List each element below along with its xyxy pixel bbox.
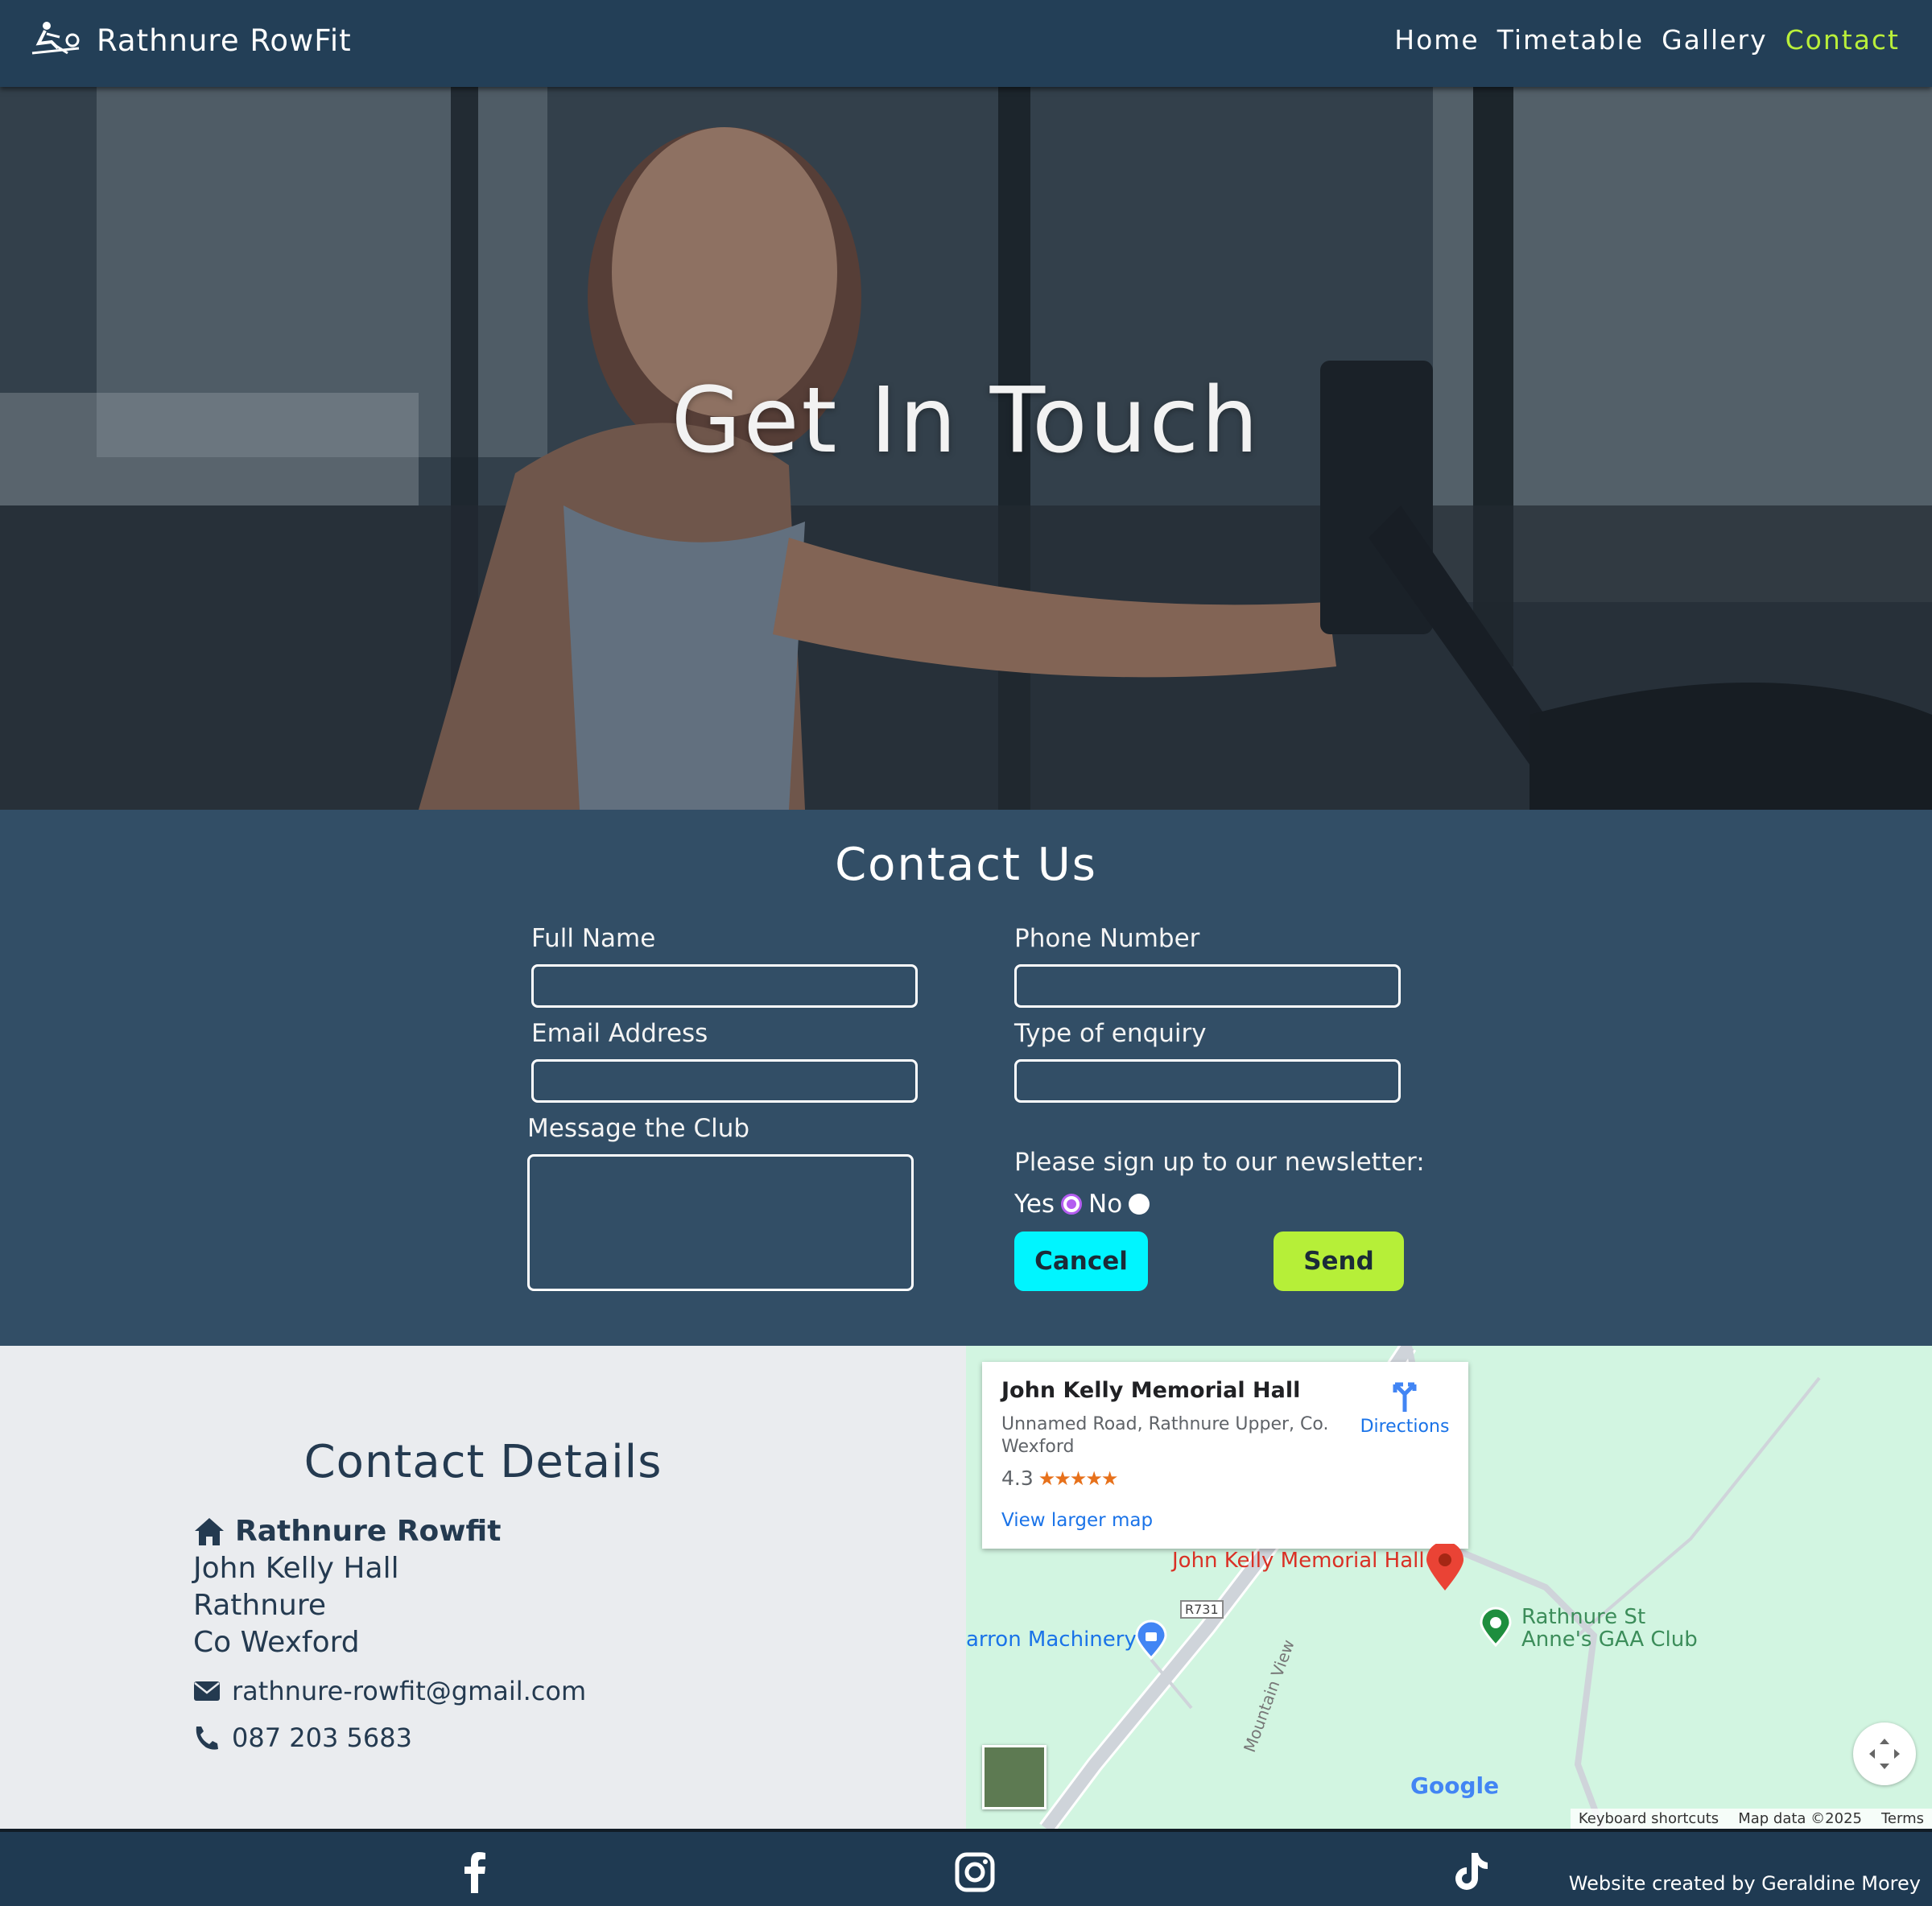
map-terms-link[interactable]: Terms (1881, 1810, 1924, 1827)
rower-logo-icon (31, 22, 80, 55)
map-place-address: Unnamed Road, Rathnure Upper, Co. Wexfor… (1001, 1414, 1329, 1457)
contact-title: Contact Us (835, 839, 1097, 891)
phone-link[interactable]: 087 203 5683 (232, 1722, 412, 1753)
instagram-icon[interactable] (952, 1850, 997, 1895)
email-link[interactable]: rathnure-rowfit@gmail.com (232, 1676, 586, 1706)
satellite-toggle[interactable] (982, 1745, 1046, 1809)
fullscreen-icon (1869, 1739, 1900, 1769)
map-footer-bar: Keyboard shortcuts Map data ©2025 Terms (1570, 1809, 1932, 1829)
google-logo: Google (1410, 1772, 1500, 1799)
newsletter-radio-group: Yes No (1014, 1190, 1150, 1219)
nav-gallery[interactable]: Gallery (1662, 24, 1768, 56)
park-pin-icon[interactable] (1478, 1607, 1513, 1647)
email-input[interactable] (531, 1059, 918, 1103)
email-label: Email Address (531, 1019, 708, 1048)
map-rating: 4.3 ★★★★★ (1001, 1467, 1119, 1490)
directions-button[interactable]: Directions (1352, 1378, 1457, 1437)
radio-no-label: No (1088, 1190, 1123, 1219)
map-pin-icon[interactable] (1425, 1544, 1465, 1592)
enquiry-input[interactable] (1014, 1059, 1401, 1103)
brand-name: Rathnure RowFit (97, 23, 352, 58)
radio-yes[interactable] (1061, 1194, 1083, 1215)
address-block: Rathnure Rowfit John Kelly Hall Rathnure… (193, 1513, 501, 1661)
address-line-2: Rathnure (193, 1589, 327, 1622)
directions-icon (1393, 1382, 1417, 1412)
newsletter-label: Please sign up to our newsletter: (1014, 1148, 1425, 1177)
facebook-icon[interactable] (452, 1850, 497, 1895)
fullscreen-button[interactable] (1853, 1722, 1916, 1785)
details-title: Contact Details (303, 1436, 663, 1488)
home-icon (195, 1518, 224, 1545)
address-line-3: Co Wexford (193, 1626, 360, 1659)
enquiry-label: Type of enquiry (1014, 1019, 1207, 1048)
google-map-embed[interactable]: John Kelly Memorial Hall Unnamed Road, R… (966, 1346, 1932, 1829)
brand[interactable]: Rathnure RowFit (31, 21, 352, 60)
keyboard-shortcuts-link[interactable]: Keyboard shortcuts (1579, 1810, 1719, 1827)
map-poi-gaa-line2: Anne's GAA Club (1521, 1628, 1698, 1652)
shopping-pin-icon[interactable] (1133, 1619, 1169, 1660)
view-larger-map-link[interactable]: View larger map (1001, 1510, 1153, 1531)
cancel-button[interactable]: Cancel (1014, 1231, 1148, 1291)
nav-contact[interactable]: Contact (1785, 24, 1900, 56)
club-name-row: Rathnure Rowfit (193, 1513, 501, 1550)
map-data-credit: Map data ©2025 (1738, 1810, 1862, 1827)
top-navbar: Rathnure RowFit Home Timetable Gallery C… (0, 0, 1932, 87)
contact-form-section: Contact Us Full Name Phone Number Email … (0, 810, 1932, 1346)
map-poi-gaa-line1: Rathnure St (1521, 1605, 1646, 1629)
envelope-icon (194, 1681, 220, 1701)
phone-row: 087 203 5683 (193, 1722, 412, 1753)
email-row: rathnure-rowfit@gmail.com (193, 1676, 586, 1706)
club-name: Rathnure Rowfit (235, 1515, 502, 1548)
tiktok-icon[interactable] (1447, 1850, 1492, 1895)
address-line-1: John Kelly Hall (193, 1552, 399, 1585)
radio-yes-label: Yes (1014, 1190, 1055, 1219)
map-pin-label: John Kelly Memorial Hall (1172, 1549, 1425, 1573)
site-footer: Website created by Geraldine Morey (0, 1829, 1932, 1906)
map-rating-stars: ★★★★★ (1038, 1467, 1119, 1490)
directions-label: Directions (1360, 1417, 1450, 1437)
nav-timetable[interactable]: Timetable (1497, 24, 1644, 56)
hero-title: Get In Touch (671, 369, 1261, 473)
contact-details-section: Contact Details Rathnure Rowfit John Kel… (0, 1346, 966, 1829)
map-place-card: John Kelly Memorial Hall Unnamed Road, R… (982, 1362, 1468, 1549)
message-textarea[interactable] (527, 1154, 914, 1291)
message-label: Message the Club (527, 1114, 750, 1143)
map-rating-value: 4.3 (1001, 1467, 1034, 1490)
phone-icon (196, 1727, 218, 1750)
phone-label: Phone Number (1014, 924, 1200, 953)
map-place-name: John Kelly Memorial Hall (1001, 1378, 1301, 1403)
map-poi-machinery: arron Machinery (966, 1628, 1137, 1652)
phone-input[interactable] (1014, 964, 1401, 1008)
hero-banner: Get In Touch (0, 87, 1932, 810)
send-button[interactable]: Send (1274, 1231, 1404, 1291)
full-name-input[interactable] (531, 964, 918, 1008)
nav-links: Home Timetable Gallery Contact (1394, 24, 1900, 56)
full-name-label: Full Name (531, 924, 656, 953)
radio-no[interactable] (1129, 1194, 1150, 1215)
nav-home[interactable]: Home (1394, 24, 1479, 56)
road-shield-r731: R731 (1180, 1600, 1224, 1619)
site-credit: Website created by Geraldine Morey (1568, 1872, 1921, 1895)
